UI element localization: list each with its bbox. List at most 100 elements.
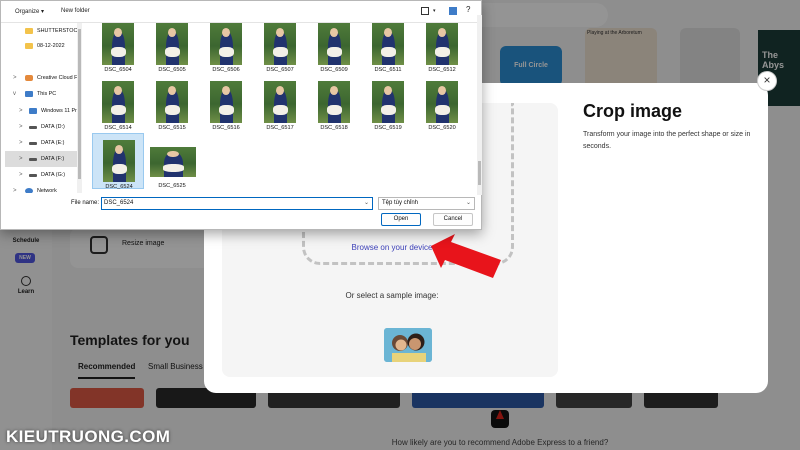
- sample-image-label: Or select a sample image:: [345, 291, 439, 300]
- sample-photo-art: [384, 328, 432, 362]
- chevron-right-icon[interactable]: >: [13, 70, 17, 86]
- open-button[interactable]: Open: [381, 213, 421, 226]
- nav-item-data-g[interactable]: > DATA (G:): [5, 167, 77, 183]
- file-name: DSC_6524: [105, 184, 133, 190]
- nav-item-this-pc[interactable]: v This PC: [5, 86, 77, 102]
- file-item[interactable]: DSC_6524: [92, 133, 144, 190]
- photo-thumbnail: [426, 81, 458, 123]
- file-name: DSC_6518: [320, 125, 348, 131]
- nav-item-08-12-2022[interactable]: 08-12-2022: [5, 38, 77, 54]
- sample-image[interactable]: [384, 328, 432, 362]
- file-grid: DSC_6504 DSC_6505 DSC_6506 DSC_6507 DSC_6509…: [85, 15, 477, 195]
- file-name: DSC_6507: [266, 67, 294, 73]
- photo-thumbnail: [372, 81, 404, 123]
- nav-item-network[interactable]: > Network: [5, 183, 77, 193]
- drive-icon: [29, 142, 37, 145]
- nav-item-shutterstock[interactable]: SHUTTERSTOCK: [5, 23, 77, 39]
- photo-thumbnail: [156, 23, 188, 65]
- file-name: DSC_6514: [104, 125, 132, 131]
- nav-scrollbar[interactable]: [77, 23, 82, 193]
- photo-thumbnail: [372, 23, 404, 65]
- nav-label: DATA (D:): [41, 124, 65, 130]
- nav-item-windows[interactable]: > Windows 11 Pr: [5, 103, 77, 119]
- photo-thumbnail: [264, 23, 296, 65]
- view-dropdown-icon[interactable]: ▾: [433, 8, 436, 14]
- chevron-right-icon[interactable]: >: [13, 183, 17, 193]
- help-icon[interactable]: ?: [466, 5, 470, 14]
- close-modal-button[interactable]: ×: [757, 71, 777, 91]
- nav-label: Network: [37, 188, 57, 193]
- browse-on-device-link[interactable]: Browse on your device: [204, 243, 580, 252]
- files-scrollbar[interactable]: [477, 15, 482, 195]
- chevron-down-icon[interactable]: v: [13, 86, 16, 102]
- photo-thumbnail: [264, 81, 296, 123]
- nav-item-data-d[interactable]: > DATA (D:): [5, 119, 77, 135]
- chevron-right-icon[interactable]: >: [19, 119, 23, 135]
- file-name: DSC_6515: [158, 125, 186, 131]
- file-name: DSC_6509: [320, 67, 348, 73]
- crop-image-title: Crop image: [583, 101, 683, 121]
- chevron-right-icon[interactable]: >: [19, 167, 23, 183]
- nav-label: Windows 11 Pr: [41, 108, 77, 114]
- file-name: DSC_6511: [374, 67, 402, 73]
- file-item[interactable]: DSC_6509: [308, 17, 360, 73]
- chevron-right-icon[interactable]: >: [19, 103, 23, 119]
- file-name-value: DSC_6524: [104, 200, 134, 206]
- nav-item-creative-cloud[interactable]: > Creative Cloud F: [5, 70, 77, 86]
- photo-thumbnail: [103, 140, 135, 182]
- photo-thumbnail: [318, 23, 350, 65]
- file-item[interactable]: DSC_6516: [200, 75, 252, 131]
- chevron-right-icon[interactable]: >: [19, 151, 23, 167]
- photo-thumbnail: [102, 23, 134, 65]
- file-item[interactable]: DSC_6505: [146, 17, 198, 73]
- preview-pane-icon[interactable]: [449, 7, 457, 15]
- photo-thumbnail: [426, 23, 458, 65]
- file-name: DSC_6506: [212, 67, 240, 73]
- view-options-icon[interactable]: [421, 7, 429, 15]
- file-item[interactable]: DSC_6517: [254, 75, 306, 131]
- file-item[interactable]: DSC_6504: [92, 17, 144, 73]
- folder-icon: [25, 28, 33, 34]
- nav-item-data-f[interactable]: > DATA (F:): [5, 151, 77, 167]
- file-item[interactable]: DSC_6512: [416, 17, 468, 73]
- creative-cloud-icon: [25, 75, 33, 81]
- file-item[interactable]: DSC_6519: [362, 75, 414, 131]
- file-item[interactable]: DSC_6511: [362, 17, 414, 73]
- cancel-button[interactable]: Cancel: [433, 213, 473, 226]
- file-item[interactable]: DSC_6518: [308, 75, 360, 131]
- chevron-down-icon[interactable]: ⌄: [466, 198, 471, 209]
- file-type-select[interactable]: Tệp tùy chỉnh ⌄: [378, 197, 475, 210]
- file-name: DSC_6504: [104, 67, 132, 73]
- nav-label: Creative Cloud F: [37, 75, 77, 81]
- file-item[interactable]: DSC_6520: [416, 75, 468, 131]
- file-name: DSC_6520: [428, 125, 456, 131]
- file-name-input[interactable]: DSC_6524 ⌄: [101, 197, 373, 210]
- file-name: DSC_6525: [158, 183, 186, 189]
- file-item[interactable]: DSC_6525: [146, 133, 198, 189]
- photo-thumbnail: [210, 81, 242, 123]
- file-item[interactable]: DSC_6507: [254, 17, 306, 73]
- file-name: DSC_6505: [158, 67, 186, 73]
- nav-label: DATA (E:): [41, 140, 65, 146]
- nav-item-data-e[interactable]: > DATA (E:): [5, 135, 77, 151]
- navigation-pane: SHUTTERSTOCK 08-12-2022 > Creative Cloud…: [5, 23, 77, 193]
- chevron-right-icon[interactable]: >: [19, 135, 23, 151]
- file-item[interactable]: DSC_6514: [92, 75, 144, 131]
- file-name: DSC_6519: [374, 125, 402, 131]
- organize-menu[interactable]: Organize ▾: [15, 8, 44, 15]
- dialog-footer: File name: DSC_6524 ⌄ Tệp tùy chỉnh ⌄ Op…: [1, 195, 481, 229]
- chevron-down-icon[interactable]: ⌄: [364, 198, 369, 209]
- photo-thumbnail: [156, 81, 188, 123]
- network-icon: [25, 188, 33, 193]
- photo-thumbnail: [210, 23, 242, 65]
- nav-label: 08-12-2022: [37, 43, 65, 49]
- nav-label: DATA (F:): [41, 156, 65, 162]
- file-type-value: Tệp tùy chỉnh: [382, 200, 419, 206]
- file-name: DSC_6516: [212, 125, 240, 131]
- new-folder-button[interactable]: New folder: [61, 8, 90, 14]
- file-item[interactable]: DSC_6515: [146, 75, 198, 131]
- drive-icon: [29, 174, 37, 177]
- file-item[interactable]: DSC_6506: [200, 17, 252, 73]
- photo-thumbnail: [318, 81, 350, 123]
- nav-label: This PC: [37, 91, 57, 97]
